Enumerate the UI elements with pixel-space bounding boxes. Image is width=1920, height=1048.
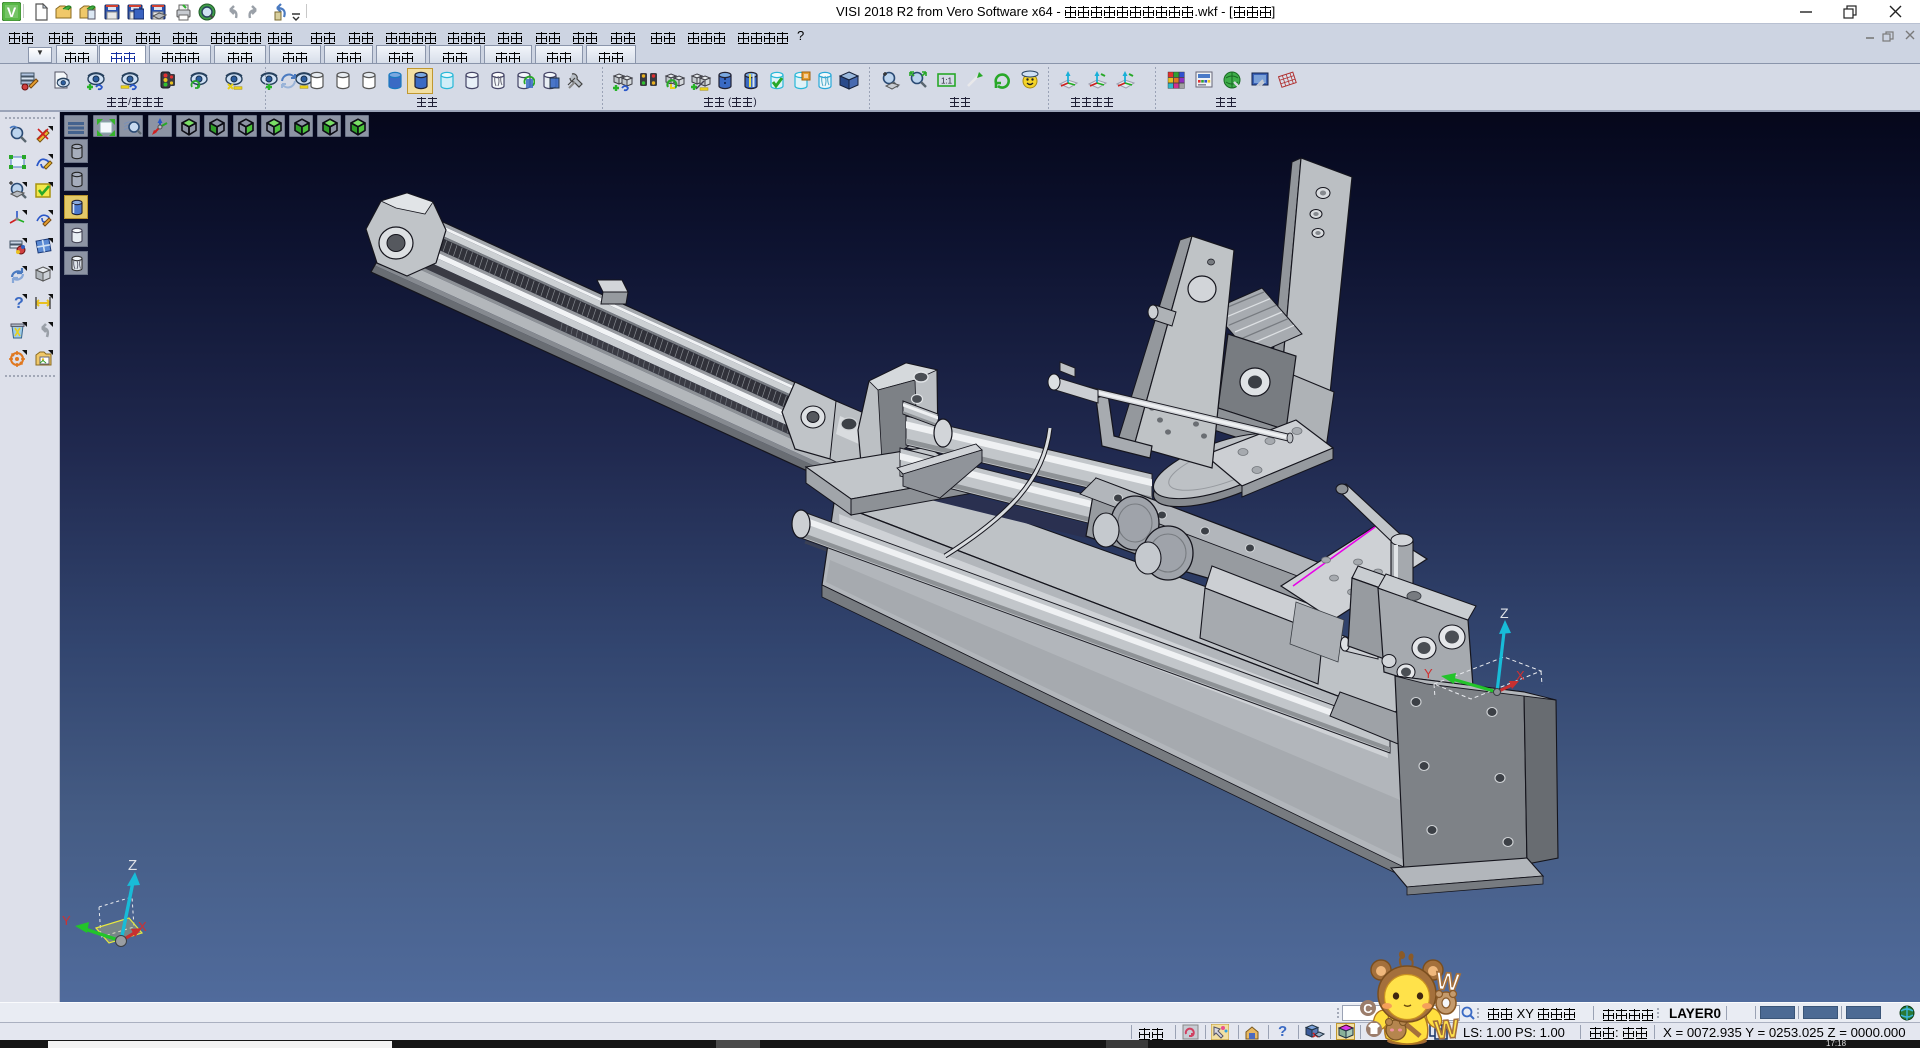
svg-text:W: W xyxy=(1433,1013,1461,1045)
svg-text:Z: Z xyxy=(128,857,137,874)
svg-text:Y: Y xyxy=(62,913,71,928)
svg-text:1:1: 1:1 xyxy=(941,77,953,86)
svg-text:C: C xyxy=(1363,1001,1373,1016)
svg-text:V: V xyxy=(7,4,17,20)
svg-text:Y: Y xyxy=(1424,666,1433,681)
svg-text:X: X xyxy=(1516,668,1525,683)
svg-text:Z: Z xyxy=(1500,605,1509,621)
svg-text:X: X xyxy=(138,919,147,934)
svg-text:?: ? xyxy=(14,295,24,312)
